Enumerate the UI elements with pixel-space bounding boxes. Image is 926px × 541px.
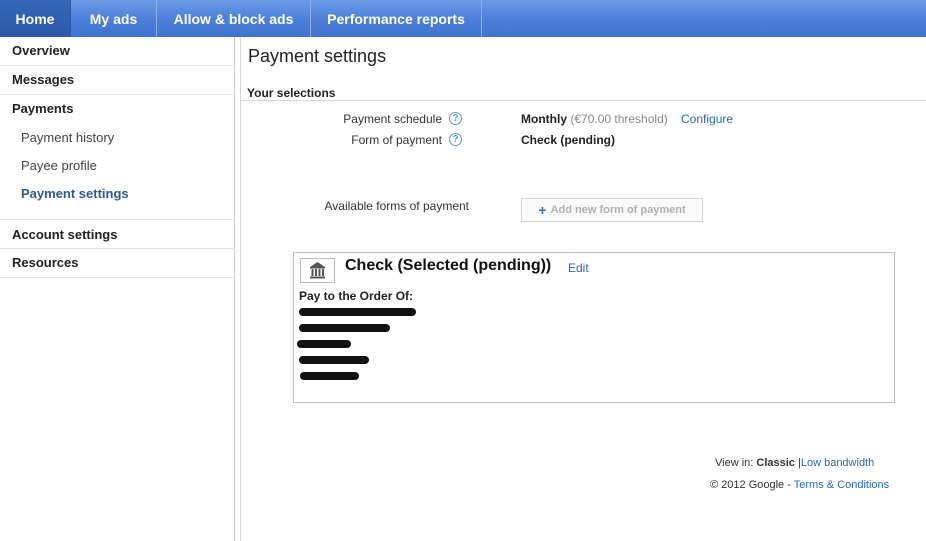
footer-dash: - — [787, 479, 791, 491]
tab-home[interactable]: Home — [0, 0, 71, 37]
terms-link[interactable]: Terms & Conditions — [794, 479, 889, 491]
sidebar-item-payment-history[interactable]: Payment history — [21, 130, 114, 145]
configure-link[interactable]: Configure — [681, 112, 733, 126]
add-form-of-payment-button[interactable]: + Add new form of payment — [521, 198, 703, 222]
copyright-text: © 2012 Google — [710, 479, 785, 491]
payment-schedule-value: Monthly — [521, 112, 567, 126]
help-icon[interactable]: ? — [449, 133, 462, 146]
copyright-bar: © 2012 Google - Terms & Conditions — [710, 479, 889, 491]
view-in-bar: View in: Classic |Low bandwidth — [715, 457, 874, 469]
pay-to-label: Pay to the Order Of: — [299, 289, 414, 303]
redacted-line — [299, 308, 416, 316]
redacted-line — [299, 324, 390, 332]
selections-heading: Your selections — [247, 86, 336, 100]
top-nav: Home My ads Allow & block ads Performanc… — [0, 0, 926, 37]
low-bandwidth-link[interactable]: Low bandwidth — [801, 457, 874, 469]
edit-link[interactable]: Edit — [568, 261, 589, 275]
sidebar-item-overview[interactable]: Overview — [0, 37, 235, 66]
tab-my-ads[interactable]: My ads — [71, 0, 157, 37]
tab-performance-reports[interactable]: Performance reports — [311, 0, 482, 37]
sidebar-item-payee-profile[interactable]: Payee profile — [21, 158, 97, 173]
redacted-line — [300, 372, 359, 380]
view-classic: Classic — [756, 457, 795, 469]
available-forms-label: Available forms of payment — [324, 199, 469, 213]
page-title: Payment settings — [248, 46, 387, 66]
check-title: Check (Selected (pending)) — [345, 257, 552, 274]
payment-threshold: (€70.00 threshold) — [570, 112, 668, 126]
plus-icon: + — [538, 202, 547, 218]
sidebar-item-payments[interactable]: Payments — [0, 95, 235, 124]
help-icon[interactable]: ? — [449, 112, 462, 125]
sidebar-item-account-settings[interactable]: Account settings — [0, 219, 235, 249]
payment-schedule-value-group: Monthly (€70.00 threshold) — [521, 112, 668, 126]
sidebar-item-messages[interactable]: Messages — [0, 66, 235, 95]
sidebar-item-payment-settings[interactable]: Payment settings — [21, 186, 129, 201]
redacted-line — [297, 340, 351, 348]
add-form-of-payment-label: Add new form of payment — [550, 204, 686, 216]
section-divider — [241, 100, 926, 101]
form-of-payment-label: Form of payment — [351, 133, 442, 147]
tab-allow-block-ads[interactable]: Allow & block ads — [157, 0, 311, 37]
bank-icon — [300, 258, 335, 283]
view-in-label: View in: — [715, 457, 754, 469]
content-divider — [240, 37, 241, 541]
redacted-line — [299, 356, 369, 364]
sidebar: Overview Messages Payments Payment histo… — [0, 37, 235, 541]
form-of-payment-value: Check (pending) — [521, 133, 616, 147]
payment-schedule-label: Payment schedule — [343, 112, 442, 126]
sidebar-item-resources[interactable]: Resources — [0, 249, 235, 278]
